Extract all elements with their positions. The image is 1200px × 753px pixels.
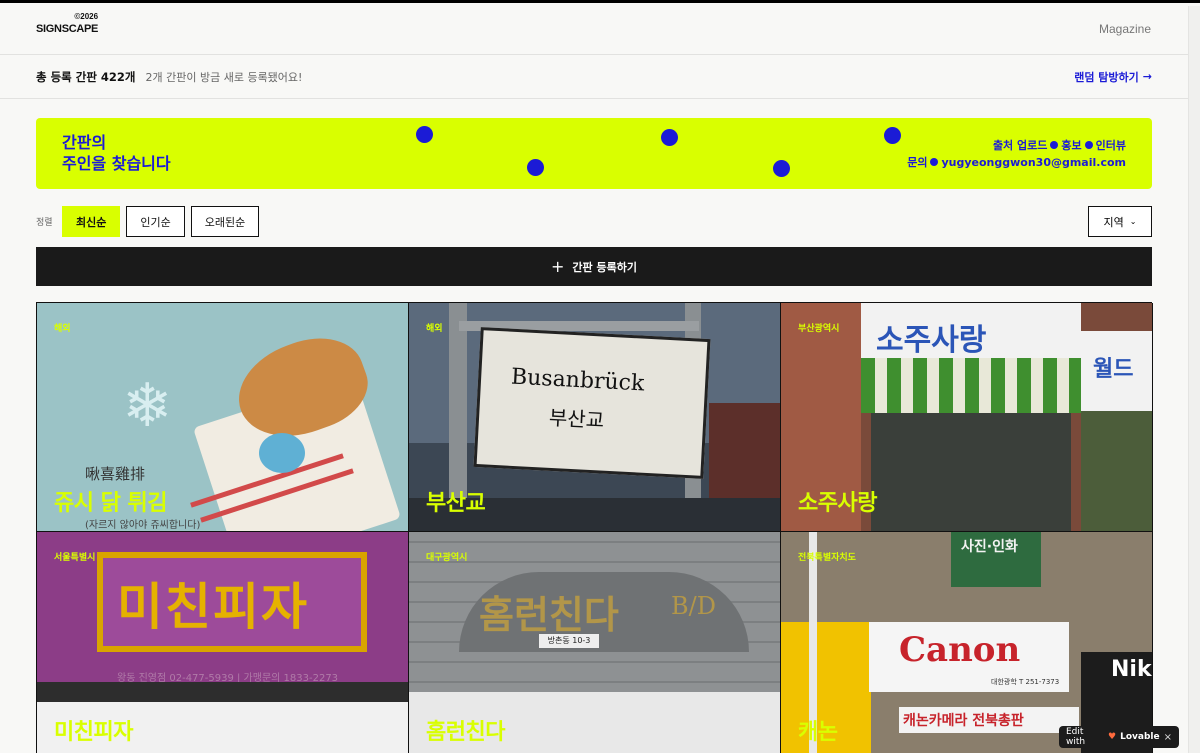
card-name: 미친피자 bbox=[54, 720, 133, 745]
sort-latest-button[interactable]: 최신순 bbox=[62, 206, 121, 237]
banner-info: 출처 업로드 홍보 인터뷰 문의 yugyeonggwon30@gmail.com bbox=[907, 137, 1126, 171]
logo-year: ©2026 bbox=[74, 11, 99, 21]
sign-card[interactable]: 소주사랑 월드 부산광역시 소주사랑 bbox=[781, 303, 1153, 532]
random-explore-label: 랜덤 탐방하기 bbox=[1074, 70, 1139, 84]
sign-photo-text: 소주사랑 bbox=[876, 323, 987, 358]
banner-title: 간판의주인을 찾습니다 bbox=[62, 132, 171, 174]
random-explore-link[interactable]: 랜덤 탐방하기 → bbox=[1074, 69, 1152, 85]
sign-photo-text: B/D bbox=[671, 592, 716, 620]
site-logo[interactable]: ©2026 SIGNSCAPE bbox=[36, 12, 99, 35]
card-region: 서울특별시 bbox=[54, 553, 96, 563]
lovable-brand: Lovable bbox=[1120, 732, 1160, 742]
sign-photo-subtext: (자르지 않아야 쥬씨합니다) bbox=[85, 520, 201, 531]
register-sign-button[interactable]: + 간판 등록하기 bbox=[36, 247, 1152, 286]
lovable-heart-icon: ♥ bbox=[1108, 732, 1117, 742]
card-region: 전북특별자치도 bbox=[798, 553, 856, 563]
stats-bar: 총 등록 간판 422개 2개 간판이 방금 새로 등록됐어요! 랜덤 탐방하기… bbox=[0, 55, 1200, 99]
sign-photo-text: Canon bbox=[899, 630, 1021, 670]
sign-photo-text: Nik bbox=[1111, 657, 1152, 682]
decor-dot-icon bbox=[661, 129, 678, 146]
bullet-icon bbox=[930, 158, 939, 166]
banner-contact-email[interactable]: yugyeonggwon30@gmail.com bbox=[941, 156, 1126, 169]
total-count: 총 등록 간판 422개 bbox=[36, 69, 136, 84]
region-filter-dropdown[interactable]: 지역 ⌄ bbox=[1088, 206, 1152, 237]
page-scrollbar[interactable] bbox=[1188, 6, 1200, 753]
logo-text: SIGNSCAPE bbox=[36, 22, 99, 35]
sign-photo-text: 미친피자 bbox=[117, 578, 309, 636]
lovable-edit-label: Edit with bbox=[1066, 727, 1086, 747]
banner-title-line1: 간판의 bbox=[62, 133, 107, 152]
snowflake-icon: ❄ bbox=[122, 371, 173, 441]
sign-card[interactable]: 사진·인화 Canon 대한광학 T 251-7373 캐논카메라 전북총판 N… bbox=[781, 532, 1153, 753]
sign-photo-text: 사진·인화 bbox=[961, 539, 1018, 555]
card-name: 홈런친다 bbox=[426, 720, 505, 745]
banner-info-upload: 출처 업로드 bbox=[992, 139, 1048, 152]
decor-dot-icon bbox=[527, 159, 544, 176]
awning-shape bbox=[861, 358, 1081, 413]
sort-oldest-button[interactable]: 오래된순 bbox=[190, 206, 260, 237]
plus-icon: + bbox=[551, 256, 565, 276]
chick-mascot-icon bbox=[259, 433, 305, 473]
nav-magazine-link[interactable]: Magazine bbox=[1099, 22, 1151, 36]
card-name: 소주사랑 bbox=[798, 491, 877, 516]
banner-contact-label: 문의 bbox=[907, 156, 928, 169]
card-region: 대구광역시 bbox=[426, 553, 468, 563]
card-name: 부산교 bbox=[426, 491, 486, 516]
sign-card[interactable]: ❄ 啾喜雞排 (자르지 않아야 쥬씨합니다) 해외 쥬시 닭 튀김 bbox=[37, 303, 409, 532]
card-region: 해외 bbox=[426, 324, 443, 334]
card-name: 쥬시 닭 튀김 bbox=[54, 491, 168, 516]
sign-photo-text: 홈런친다 bbox=[479, 593, 619, 637]
tree-shape bbox=[1081, 411, 1152, 531]
storefront-band bbox=[37, 682, 408, 702]
decor-dot-icon bbox=[773, 160, 790, 177]
sign-card[interactable]: 미친피자 왕동 진영점 02-477-5939 | 가맹문의 1833-2273… bbox=[37, 532, 409, 753]
bullet-icon bbox=[1084, 141, 1093, 149]
card-name: 캐논 bbox=[798, 720, 838, 745]
sort-label: 정렬 bbox=[36, 218, 53, 228]
banner-title-line2: 주인을 찾습니다 bbox=[62, 154, 171, 173]
sign-photo-text: 캐논카메라 전북총판 bbox=[903, 713, 1024, 729]
close-icon[interactable]: × bbox=[1164, 732, 1172, 743]
decor-dot-icon bbox=[416, 126, 433, 143]
register-sign-label: 간판 등록하기 bbox=[572, 260, 637, 274]
recent-notice: 2개 간판이 방금 새로 등록됐어요! bbox=[145, 70, 303, 84]
chevron-down-icon: ⌄ bbox=[1129, 217, 1137, 226]
card-region: 해외 bbox=[54, 324, 71, 334]
banner-info-interview: 인터뷰 bbox=[1095, 139, 1126, 152]
site-header: ©2026 SIGNSCAPE Magazine bbox=[0, 3, 1200, 55]
sign-card[interactable]: Busanbrück 부산교 해외 부산교 bbox=[409, 303, 781, 532]
edit-with-lovable-badge[interactable]: Edit with ♥ Lovable × bbox=[1059, 726, 1179, 748]
window-shape bbox=[871, 413, 1071, 531]
decor-dot-icon bbox=[884, 127, 901, 144]
banner-info-promo: 홍보 bbox=[1061, 139, 1082, 152]
bullet-icon bbox=[1050, 141, 1059, 149]
arrow-right-icon: → bbox=[1142, 70, 1152, 83]
card-region: 부산광역시 bbox=[798, 324, 840, 334]
region-filter-label: 지역 bbox=[1103, 216, 1124, 229]
address-plate: 방촌동 10-3 bbox=[539, 634, 599, 648]
owner-search-banner[interactable]: 간판의주인을 찾습니다 출처 업로드 홍보 인터뷰 문의 yugyeonggwon30… bbox=[36, 118, 1152, 189]
sign-photo-text: 啾喜雞排 bbox=[85, 465, 146, 483]
sign-photo-text: 월드 bbox=[1093, 357, 1134, 382]
sign-grid: ❄ 啾喜雞排 (자르지 않아야 쥬씨합니다) 해외 쥬시 닭 튀김 Busanb… bbox=[36, 302, 1153, 753]
sort-popular-button[interactable]: 인기순 bbox=[126, 206, 185, 237]
sign-photo-subtext: 대한광학 T 251-7373 bbox=[991, 678, 1060, 686]
sort-bar: 정렬 최신순 인기순 오래된순 지역 ⌄ bbox=[36, 206, 1152, 237]
sign-card[interactable]: 홈런친다 B/D 방촌동 10-3 대구광역시 홈런친다 bbox=[409, 532, 781, 753]
sign-photo-text: 부산교 bbox=[548, 405, 605, 433]
